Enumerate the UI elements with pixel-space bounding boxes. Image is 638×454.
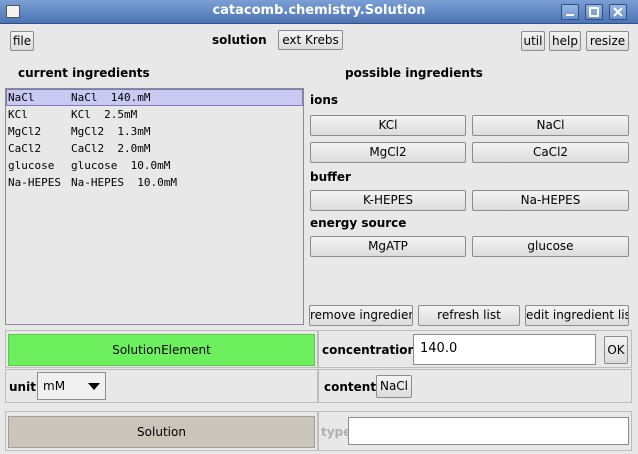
ingredient-button-na-hepes[interactable]: Na-HEPES xyxy=(472,190,629,211)
type-field[interactable] xyxy=(348,417,629,445)
unit-select[interactable]: mM xyxy=(37,372,106,400)
list-item[interactable]: CaCl2 CaCl2 2.0mM xyxy=(6,140,303,157)
file-button[interactable]: file xyxy=(10,31,34,51)
content-label: content xyxy=(324,380,377,394)
concentration-label: concentration xyxy=(322,343,417,357)
minimize-button[interactable] xyxy=(561,4,579,20)
resize-button[interactable]: resize xyxy=(586,31,629,51)
close-button[interactable] xyxy=(609,4,627,20)
refresh-list-button[interactable]: refresh list xyxy=(418,305,520,326)
unit-label: unit xyxy=(9,380,36,394)
energy-source-label: energy source xyxy=(310,216,407,230)
list-item[interactable]: MgCl2 MgCl2 1.3mM xyxy=(6,123,303,140)
concentration-field[interactable]: 140.0 xyxy=(413,334,596,365)
remove-ingredient-button[interactable]: remove ingredient xyxy=(309,305,413,326)
list-item[interactable]: KCl KCl 2.5mM xyxy=(6,106,303,123)
unit-select-value: mM xyxy=(43,379,66,393)
window-title: catacomb.chemistry.Solution xyxy=(212,3,426,18)
ok-button[interactable]: OK xyxy=(604,336,628,364)
title-bar: catacomb.chemistry.Solution xyxy=(0,0,638,24)
type-label: type xyxy=(321,425,352,439)
chevron-down-icon xyxy=(88,383,100,390)
solution-select-button[interactable]: ext Krebs xyxy=(278,30,343,50)
ingredient-button-mgatp[interactable]: MgATP xyxy=(310,236,466,257)
ions-label: ions xyxy=(310,93,339,107)
solution-label: solution xyxy=(212,33,267,47)
close-icon xyxy=(613,7,623,17)
list-item[interactable]: NaCl NaCl 140.mM xyxy=(6,89,303,106)
list-item[interactable]: glucose glucose 10.0mM xyxy=(6,157,303,174)
solution-button[interactable]: Solution xyxy=(8,416,315,448)
ingredient-button-cacl2[interactable]: CaCl2 xyxy=(472,142,629,163)
maximize-button[interactable] xyxy=(585,4,603,20)
ingredient-button-mgcl2[interactable]: MgCl2 xyxy=(310,142,466,163)
minimize-icon xyxy=(566,14,574,16)
ingredient-button-k-hepes[interactable]: K-HEPES xyxy=(310,190,466,211)
current-ingredients-list[interactable]: NaCl NaCl 140.mM KCl KCl 2.5mM MgCl2 MgCl2 … xyxy=(5,88,304,325)
util-button[interactable]: util xyxy=(521,31,545,51)
ingredient-button-kcl[interactable]: KCl xyxy=(310,115,466,136)
ingredient-button-nacl[interactable]: NaCl xyxy=(472,115,629,136)
buffer-label: buffer xyxy=(310,170,351,184)
content-value-button[interactable]: NaCl xyxy=(376,375,412,398)
solution-element-button[interactable]: SolutionElement xyxy=(8,334,315,366)
help-button[interactable]: help xyxy=(549,31,581,51)
maximize-icon xyxy=(589,7,599,17)
ingredient-button-glucose[interactable]: glucose xyxy=(472,236,629,257)
possible-ingredients-heading: possible ingredients xyxy=(345,66,483,80)
edit-ingredient-list-button[interactable]: edit ingredient list xyxy=(525,305,629,326)
current-ingredients-heading: current ingredients xyxy=(18,66,150,80)
list-item[interactable]: Na-HEPES Na-HEPES 10.0mM xyxy=(6,174,303,191)
